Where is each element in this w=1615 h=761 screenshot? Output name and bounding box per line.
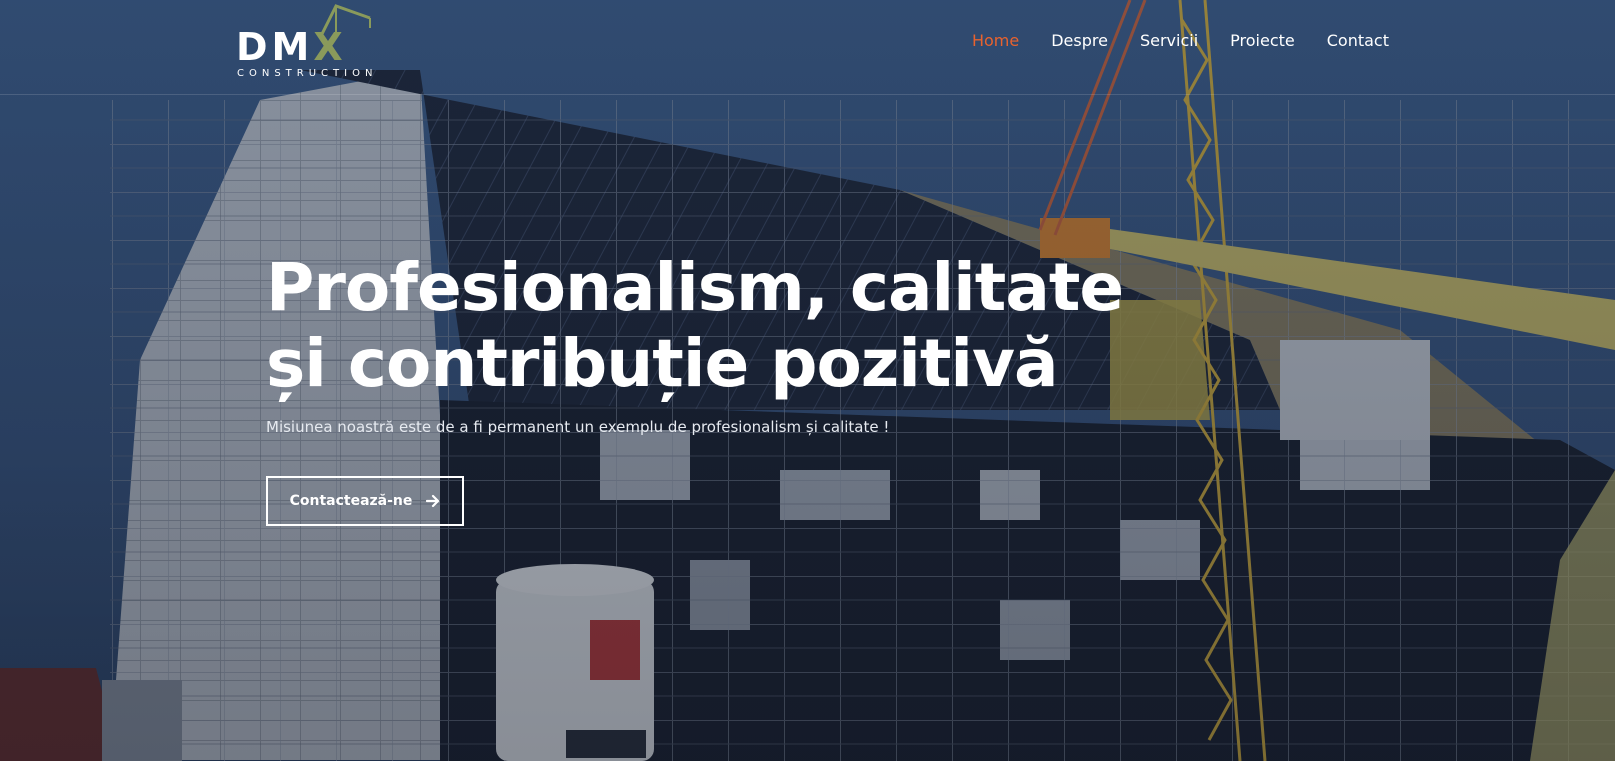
logo-wordmark: DMX — [236, 25, 347, 69]
nav-home[interactable]: Home — [972, 30, 1019, 52]
nav-contact[interactable]: Contact — [1327, 30, 1389, 52]
site-header: DMX CONSTRUCTION Home Despre Servicii Pr… — [0, 0, 1615, 95]
logo-wordmark-accent: X — [313, 25, 347, 69]
main-nav: Home Despre Servicii Proiecte Contact — [972, 30, 1389, 52]
nav-proiecte[interactable]: Proiecte — [1230, 30, 1295, 52]
cta-label: Contactează-ne — [289, 493, 413, 509]
hero-title-line-2: și contribuție pozitivă — [266, 325, 1059, 402]
nav-servicii[interactable]: Servicii — [1140, 30, 1198, 52]
nav-despre[interactable]: Despre — [1051, 30, 1108, 52]
logo-link[interactable]: DMX CONSTRUCTION — [236, 4, 404, 80]
hero-section: DMX CONSTRUCTION Home Despre Servicii Pr… — [0, 0, 1615, 761]
logo-subtitle: CONSTRUCTION — [237, 68, 378, 79]
hero-content: Profesionalism, calitate și contribuție … — [266, 250, 1166, 438]
hero-subtitle: Misiunea noastră este de a fi permanent … — [266, 418, 890, 436]
contact-cta-button[interactable]: Contactează-ne — [266, 476, 464, 526]
hero-title-line-1: Profesionalism, calitate — [266, 249, 1124, 326]
hero-title: Profesionalism, calitate și contribuție … — [266, 250, 1166, 402]
arrow-right-icon — [426, 494, 440, 508]
